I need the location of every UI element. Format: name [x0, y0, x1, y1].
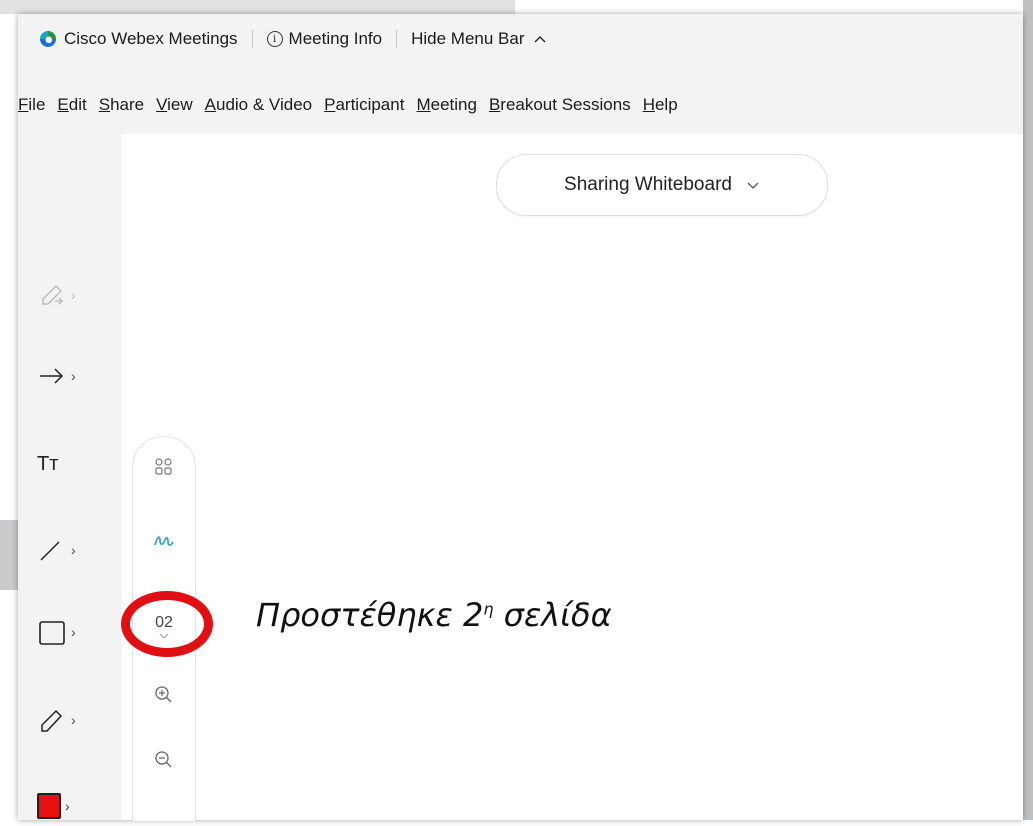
- menu-item-meeting[interactable]: Meeting: [416, 95, 477, 115]
- menu-item-participant[interactable]: Participant: [324, 95, 404, 115]
- annotation-highlight-circle: [121, 591, 213, 657]
- color-swatch-icon: [37, 793, 61, 819]
- meeting-info-label: Meeting Info: [288, 29, 383, 48]
- page-grid-button[interactable]: [133, 457, 195, 477]
- webex-logo-icon: [40, 31, 56, 47]
- app-name: Cisco Webex Meetings: [64, 29, 238, 48]
- menu-mnemonic: A: [204, 95, 216, 114]
- info-icon: i: [266, 31, 283, 47]
- background-strip-top: [0, 0, 515, 14]
- menu-item-audio-video[interactable]: Audio & Video: [205, 95, 312, 115]
- menu-mnemonic: V: [156, 95, 168, 114]
- tool-more-chevron-icon[interactable]: ›: [71, 624, 76, 640]
- title-bar: Cisco Webex Meetings i Meeting Info Hide…: [18, 14, 1023, 64]
- text-icon: Tт: [37, 452, 59, 475]
- menu-label-rest: reakout Sessions: [500, 95, 631, 114]
- menu-label-rest: eeting: [430, 95, 477, 114]
- annotation-text-tail: σελίδα: [493, 596, 612, 634]
- meeting-info-button[interactable]: i Meeting Info: [266, 29, 383, 49]
- annotation-text-main: Προστέθηκε 2: [256, 596, 484, 634]
- menu-label-rest: udio & Video: [216, 95, 313, 114]
- title-separator: [251, 30, 253, 48]
- menu-item-share[interactable]: Share: [99, 95, 144, 115]
- menu-label-rest: dit: [68, 95, 87, 114]
- zoom-in-icon: [155, 686, 172, 703]
- pencil-icon: [41, 709, 63, 732]
- tool-more-chevron-icon[interactable]: ›: [71, 287, 76, 303]
- pen-select-icon: [42, 285, 63, 305]
- hide-menu-bar-button[interactable]: Hide Menu Bar: [411, 29, 546, 49]
- page-grid-icon: [155, 458, 172, 475]
- pen-select-tool[interactable]: ›: [37, 275, 97, 315]
- menu-label-rest: iew: [167, 95, 193, 114]
- menu-mnemonic: H: [642, 95, 655, 114]
- sharing-whiteboard-dropdown[interactable]: Sharing Whiteboard: [496, 154, 828, 216]
- annotation-button[interactable]: [133, 531, 195, 551]
- tool-more-chevron-icon[interactable]: ›: [71, 712, 76, 728]
- chevron-down-icon: [747, 182, 759, 189]
- whiteboard-canvas[interactable]: [122, 134, 1023, 820]
- text-tool[interactable]: Tт: [37, 444, 97, 484]
- pencil-tool[interactable]: ›: [37, 700, 97, 740]
- title-separator: [396, 30, 398, 48]
- menu-mnemonic: F: [18, 95, 29, 114]
- menu-item-edit[interactable]: Edit: [57, 95, 86, 115]
- hide-menu-bar-label: Hide Menu Bar: [411, 29, 525, 48]
- annotation-scribble-icon: [154, 536, 174, 546]
- menu-mnemonic: P: [324, 95, 336, 114]
- chevron-up-icon: [534, 36, 545, 43]
- app-title: Cisco Webex Meetings: [18, 29, 238, 49]
- zoom-out-button[interactable]: [133, 750, 195, 770]
- background-strip-right: [1023, 0, 1033, 820]
- menu-mnemonic: S: [98, 95, 111, 114]
- color-tool[interactable]: ›: [37, 786, 97, 826]
- zoom-in-button[interactable]: [133, 685, 195, 705]
- tool-more-chevron-icon[interactable]: ›: [71, 368, 76, 384]
- menu-mnemonic: M: [416, 95, 431, 114]
- tool-more-chevron-icon[interactable]: ›: [71, 542, 76, 558]
- menu-label-rest: ile: [28, 95, 46, 114]
- menu-item-view[interactable]: View: [156, 95, 193, 115]
- menu-label-rest: elp: [654, 95, 678, 114]
- arrow-tool[interactable]: ›: [37, 356, 97, 396]
- menu-label-rest: articipant: [335, 95, 405, 114]
- rectangle-tool[interactable]: ›: [37, 612, 97, 652]
- menu-item-breakout-sessions[interactable]: Breakout Sessions: [489, 95, 631, 115]
- annotation-text-sup: η: [483, 599, 494, 619]
- line-icon: [40, 541, 60, 561]
- menu-item-file[interactable]: File: [18, 95, 45, 115]
- menu-mnemonic: B: [488, 95, 501, 114]
- annotation-caption: Προστέθηκε 2η σελίδα: [256, 596, 612, 634]
- arrow-icon: [40, 368, 64, 384]
- sharing-label: Sharing Whiteboard: [564, 174, 732, 195]
- zoom-out-icon: [155, 751, 172, 768]
- menu-bar: File Edit Share View Audio & Video Participan…: [18, 90, 1023, 120]
- tool-more-chevron-icon[interactable]: ›: [65, 798, 70, 814]
- menu-label-rest: hare: [110, 95, 145, 114]
- line-tool[interactable]: ›: [37, 530, 97, 570]
- menu-mnemonic: E: [57, 95, 69, 114]
- rectangle-icon: [39, 621, 65, 645]
- menu-item-help[interactable]: Help: [643, 95, 678, 115]
